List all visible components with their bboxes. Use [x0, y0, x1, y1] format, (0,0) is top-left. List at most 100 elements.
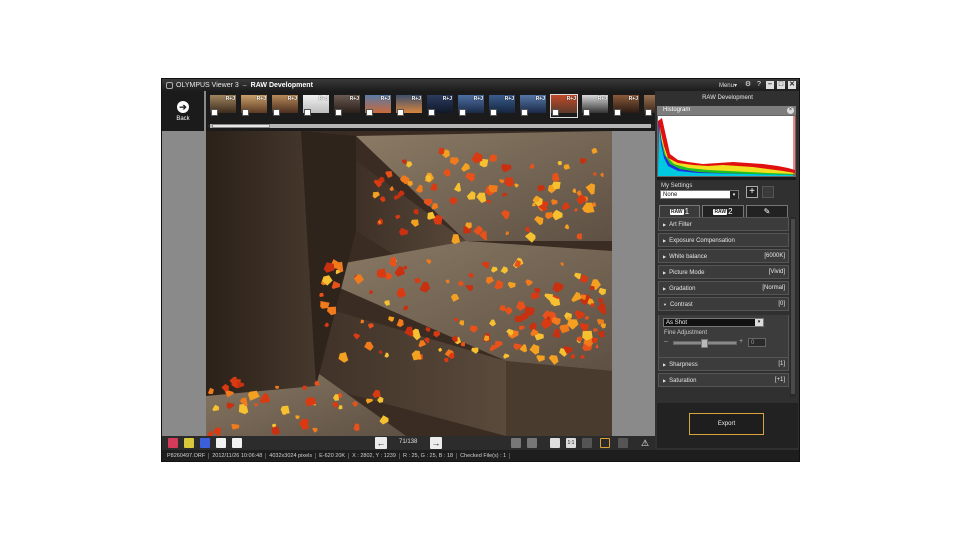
tab-edit[interactable]: ✎ — [746, 205, 788, 217]
thumbnail-checkbox[interactable] — [645, 109, 652, 116]
setting-label: Sharpness — [669, 362, 698, 368]
setting-label: Saturation — [669, 378, 697, 384]
text-a-icon[interactable] — [216, 438, 226, 448]
filmstrip-scrollbar[interactable]: ◂ ▸ — [207, 124, 654, 129]
thumbnail-checkbox[interactable] — [304, 109, 311, 116]
my-settings-select[interactable]: None ▾ — [660, 190, 739, 199]
thumbnail-checkbox[interactable] — [521, 109, 528, 116]
raw-jpeg-badge: R+J — [225, 96, 235, 102]
filmstrip-thumbnail[interactable]: R+J — [458, 95, 484, 117]
status-datetime: 2012/11/26 10:06:48 — [209, 453, 267, 459]
minus-icon[interactable]: – — [664, 338, 668, 345]
filmstrip-thumbnail[interactable]: R+J — [396, 95, 422, 117]
tab-raw-1[interactable]: RAW 1 — [659, 205, 700, 217]
setting-row-gradation[interactable]: ▶ Gradation [Normal] — [658, 281, 789, 295]
export-button[interactable]: Export — [689, 413, 764, 435]
shadow-warning-icon[interactable] — [527, 438, 537, 448]
histogram-range-bar[interactable] — [657, 177, 796, 180]
thumbnail-checkbox[interactable] — [211, 109, 218, 116]
panel-scroll-thumb[interactable] — [791, 219, 795, 394]
setting-row-art-filter[interactable]: ▶ Art Filter — [658, 217, 789, 231]
status-coords: X : 2802, Y : 1239 — [349, 453, 400, 459]
raw-jpeg-badge: R+J — [349, 96, 359, 102]
panel-scrollbar[interactable] — [790, 217, 796, 397]
thumbnail-checkbox[interactable] — [273, 109, 280, 116]
help-icon[interactable]: ? — [755, 81, 763, 89]
setting-label: Gradation — [669, 286, 696, 292]
raw-jpeg-badge: R+J — [256, 96, 266, 102]
app-logo-icon — [166, 81, 173, 89]
setting-row-exposure-compensation[interactable]: ▶ Exposure Compensation — [658, 233, 789, 247]
close-button[interactable]: ✕ — [788, 81, 796, 89]
filmstrip-thumbnail[interactable]: R+J — [520, 95, 546, 117]
filmstrip-thumbnail[interactable]: R+J — [365, 95, 391, 117]
setting-row-white-balance[interactable]: ▶ White balance [6000K] — [658, 249, 789, 263]
raw-jpeg-badge: R+J — [597, 96, 607, 102]
contrast-slider-knob[interactable] — [701, 339, 708, 348]
setting-row-picture-mode[interactable]: ▶ Picture Mode [Vivid] — [658, 265, 789, 279]
raw-badge: RAW — [669, 208, 684, 215]
filmstrip-thumbnail[interactable]: R+J — [427, 95, 453, 117]
highlight-warning-icon[interactable] — [511, 438, 521, 448]
text-b-icon[interactable] — [232, 438, 242, 448]
filmstrip-thumbnail[interactable]: R+J — [303, 95, 329, 117]
my-settings-label: My Settings — [661, 183, 693, 189]
thumbnail-checkbox[interactable] — [490, 109, 497, 116]
thumbnail-checkbox[interactable] — [366, 109, 373, 116]
thumbnail-checkbox[interactable] — [335, 109, 342, 116]
loupe-icon[interactable] — [600, 438, 610, 448]
gear-icon[interactable]: ⚙ — [744, 81, 752, 89]
contrast-slider[interactable] — [673, 339, 737, 348]
fit-screen-icon[interactable] — [550, 438, 560, 448]
histogram-header[interactable]: Histogram × — [657, 106, 796, 115]
delete-setting-button[interactable] — [762, 186, 774, 198]
blue-label-icon[interactable] — [200, 438, 210, 448]
filmstrip-thumbnail[interactable]: R+J — [241, 95, 267, 117]
menu-button[interactable]: Menu▾ — [719, 82, 737, 89]
filmstrip-thumbnail[interactable]: R+J — [550, 94, 578, 118]
thumbnail-checkbox[interactable] — [583, 109, 590, 116]
back-button[interactable]: ➔ Back — [162, 91, 204, 131]
scroll-left-icon[interactable]: ◂ — [207, 124, 210, 129]
thumbnail-checkbox[interactable] — [242, 109, 249, 116]
contrast-value-input[interactable]: 0 — [748, 338, 766, 347]
filmstrip-thumbnail[interactable]: R+J — [210, 95, 236, 117]
actual-size-button[interactable]: 1:1 — [566, 438, 576, 448]
thumbnail-checkbox[interactable] — [552, 109, 559, 116]
back-label: Back — [176, 115, 190, 122]
hand-tool-icon[interactable] — [618, 438, 628, 448]
red-label-icon[interactable] — [168, 438, 178, 448]
thumbnail-checkbox[interactable] — [614, 109, 621, 116]
contrast-select[interactable]: As Shot ▾ — [663, 318, 764, 327]
filmstrip-scroll-thumb[interactable] — [212, 124, 270, 128]
collapsed-triangle-icon: ▶ — [663, 222, 667, 227]
yellow-label-icon[interactable] — [184, 438, 194, 448]
raw-jpeg-badge: R+J — [504, 96, 514, 102]
preview-image[interactable] — [206, 131, 612, 436]
raw-jpeg-badge: R+J — [628, 96, 638, 102]
setting-row-contrast[interactable]: ▼ Contrast [0] — [658, 297, 789, 311]
histogram-close-icon[interactable]: × — [787, 107, 794, 114]
add-setting-button[interactable]: + — [746, 186, 758, 198]
restore-button[interactable]: □ — [777, 81, 785, 89]
next-image-button[interactable]: → — [430, 437, 442, 449]
filmstrip-thumbnail[interactable]: R+J — [272, 95, 298, 117]
setting-row-sharpness[interactable]: ▶ Sharpness [1] — [658, 357, 789, 371]
status-bar: P8260497.ORF 2012/11/26 10:06:48 4032x30… — [162, 450, 799, 461]
thumbnail-checkbox[interactable] — [428, 109, 435, 116]
filmstrip-thumbnail[interactable]: R+J — [582, 95, 608, 117]
setting-row-saturation[interactable]: ▶ Saturation [+1] — [658, 373, 789, 387]
minimize-button[interactable]: – — [766, 81, 774, 89]
thumbnail-checkbox[interactable] — [459, 109, 466, 116]
zoom-icon[interactable] — [582, 438, 592, 448]
scroll-right-icon[interactable]: ▸ — [651, 124, 654, 129]
filmstrip-thumbnail[interactable]: R+J — [613, 95, 639, 117]
thumbnail-checkbox[interactable] — [397, 109, 404, 116]
filmstrip-thumbnail[interactable]: R+J — [489, 95, 515, 117]
filmstrip-thumbnail[interactable]: R+J — [334, 95, 360, 117]
tab-raw-2[interactable]: RAW 2 — [702, 205, 744, 217]
plus-icon[interactable]: + — [739, 338, 743, 345]
previous-image-button[interactable]: ← — [375, 437, 387, 449]
warning-icon[interactable]: ⚠ — [640, 438, 650, 448]
raw-jpeg-badge: R+J — [535, 96, 545, 102]
